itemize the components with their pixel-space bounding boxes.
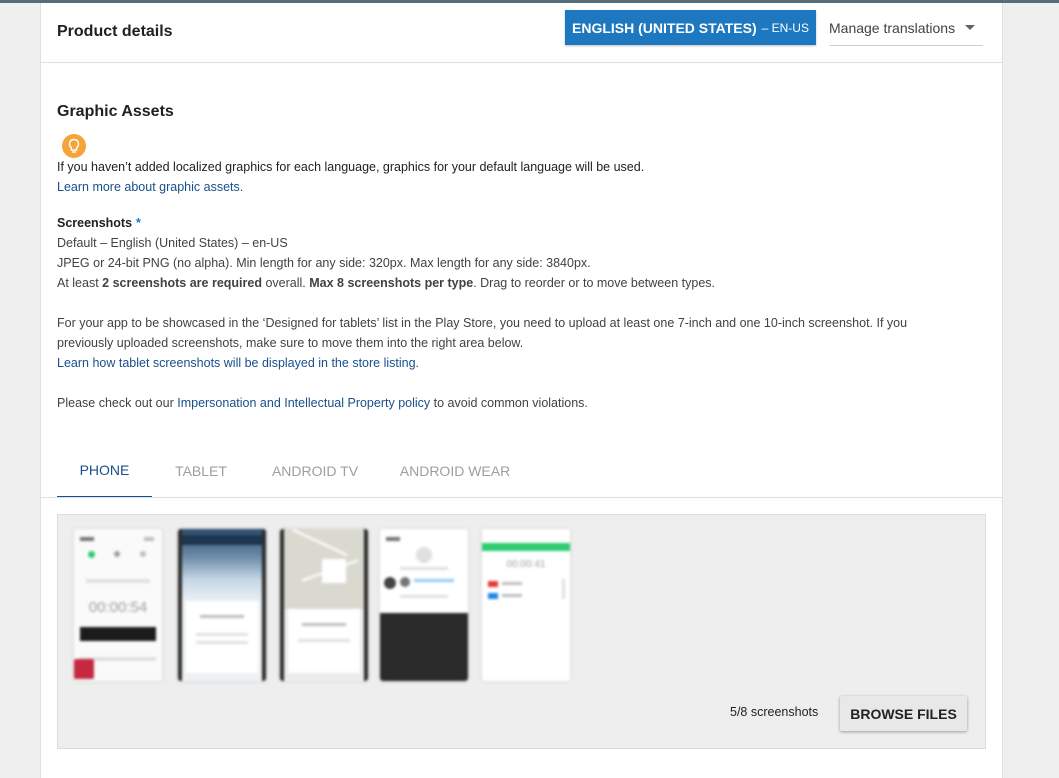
requirement-text: At least 2 screenshots are required over… xyxy=(57,273,715,293)
device-tabs: PHONE TABLET ANDROID TV ANDROID WEAR xyxy=(57,443,986,498)
requirement-prefix: At least xyxy=(57,276,99,290)
screenshot-thumbnail[interactable] xyxy=(380,529,468,681)
screenshot-count: 5/8 screenshots xyxy=(730,705,819,719)
requirement-mid: overall. xyxy=(265,276,306,290)
card-header: Product details ENGLISH (UNITED STATES) … xyxy=(41,3,1002,63)
browse-files-button[interactable]: BROWSE FILES xyxy=(840,696,967,731)
lightbulb-icon xyxy=(62,134,86,158)
screenshot-gallery[interactable]: 00:00:54 00:00:41 5/8 screenshots BROWSE… xyxy=(57,514,986,749)
learn-more-graphic-assets-link[interactable]: Learn more about graphic assets. xyxy=(57,177,243,197)
policy-text: Please check out our Impersonation and I… xyxy=(57,393,588,413)
manage-translations-label: Manage translations xyxy=(829,19,956,36)
page-title: Product details xyxy=(57,23,173,40)
language-code: – EN-US xyxy=(761,20,809,35)
screenshots-label-text: Screenshots xyxy=(57,216,133,230)
required-marker: * xyxy=(136,216,141,230)
thumbnail-timer: 00:00:54 xyxy=(88,599,148,616)
tablet-screenshots-link[interactable]: Learn how tablet screenshots will be dis… xyxy=(57,353,419,373)
tab-tablet[interactable]: TABLET xyxy=(161,443,241,498)
tablets-info-line-2: previously uploaded screenshots, make su… xyxy=(57,336,524,350)
screenshot-thumbnail[interactable] xyxy=(280,529,368,681)
section-title: Graphic Assets xyxy=(57,103,174,120)
policy-link[interactable]: Impersonation and Intellectual Property … xyxy=(177,396,430,410)
language-button[interactable]: ENGLISH (UNITED STATES) – EN-US xyxy=(565,10,816,45)
tip-text: If you haven’t added localized graphics … xyxy=(57,160,645,174)
tab-android-tv[interactable]: ANDROID TV xyxy=(264,443,366,498)
tab-divider xyxy=(41,497,1002,498)
default-language-text: Default – English (United States) – en-U… xyxy=(57,236,288,250)
thumbnail-timer: 00:00:41 xyxy=(506,559,546,570)
screenshot-thumbnail[interactable] xyxy=(178,529,266,681)
screenshot-thumbnail[interactable]: 00:00:54 xyxy=(74,529,162,681)
policy-suffix: to avoid common violations. xyxy=(433,396,588,410)
policy-prefix: Please check out our xyxy=(57,396,174,410)
manage-translations-dropdown[interactable]: Manage translations xyxy=(829,10,983,46)
screenshot-thumbnail[interactable]: 00:00:41 xyxy=(482,529,570,681)
requirement-bold-1: 2 screenshots are required xyxy=(102,276,262,290)
screenshots-label: Screenshots * xyxy=(57,213,141,233)
tab-android-wear[interactable]: ANDROID WEAR xyxy=(393,443,517,498)
dropdown-caret-icon xyxy=(965,25,976,30)
language-label: ENGLISH (UNITED STATES) xyxy=(572,19,757,36)
requirement-bold-2: Max 8 screenshots per type xyxy=(309,276,474,290)
product-details-card: Product details ENGLISH (UNITED STATES) … xyxy=(40,3,1003,778)
format-text: JPEG or 24-bit PNG (no alpha). Min lengt… xyxy=(57,256,591,270)
requirement-suffix: . Drag to reorder or to move between typ… xyxy=(473,276,715,290)
tablets-info-line-1: For your app to be showcased in the ‘Des… xyxy=(57,316,908,330)
tab-phone[interactable]: PHONE xyxy=(57,443,152,498)
